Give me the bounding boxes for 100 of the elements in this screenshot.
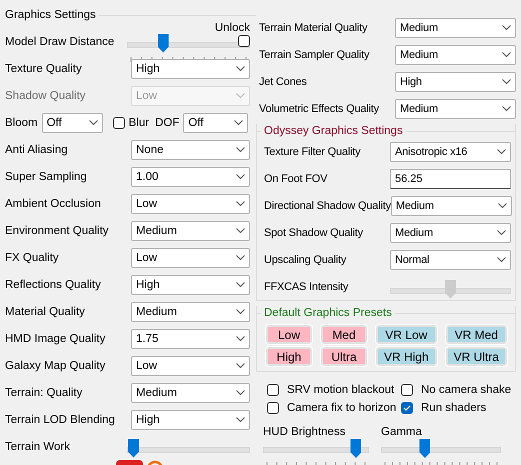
group-title: Odyssey Graphics Settings <box>263 125 404 137</box>
setting-label: Model Draw Distance <box>5 36 116 48</box>
input-field[interactable]: 56.25 <box>390 168 511 188</box>
setting-label: Upscaling Quality <box>264 254 348 266</box>
chevron-icon <box>502 106 511 112</box>
dropdown[interactable]: Off <box>42 112 103 132</box>
dropdown[interactable]: Medium <box>395 18 516 38</box>
slider-thumb[interactable] <box>419 439 430 458</box>
chevron-icon <box>236 200 245 206</box>
chevron-icon <box>502 52 511 58</box>
dropdown[interactable]: Medium <box>395 98 516 118</box>
chevron-icon <box>234 120 244 126</box>
setting-label: Shadow Quality <box>5 90 87 102</box>
checkbox[interactable] <box>401 384 413 396</box>
preset-button[interactable]: Ultra <box>320 347 367 366</box>
slider-label: Gamma <box>381 426 423 438</box>
dropdown[interactable]: Low <box>131 356 250 376</box>
preset-button[interactable]: VR Med <box>446 325 507 344</box>
dropdown[interactable]: High <box>131 274 250 294</box>
preset-button[interactable]: Med <box>320 325 367 344</box>
setting-label: Super Sampling <box>5 170 88 182</box>
setting-label: Terrain Material Quality <box>259 22 368 34</box>
dropdown[interactable]: High <box>131 58 250 78</box>
preset-button[interactable]: Low <box>266 325 312 344</box>
setting-label: Directional Shadow Quality <box>264 200 391 212</box>
checkbox-label: No camera shake <box>421 384 512 396</box>
dropdown[interactable]: Medium <box>131 382 250 402</box>
checkbox[interactable] <box>112 116 125 128</box>
dropdown[interactable]: Medium <box>131 302 250 322</box>
chevron-icon <box>236 362 245 368</box>
unlock-label: Unlock <box>214 22 250 34</box>
chevron-icon <box>88 120 98 126</box>
setting-label: FFXCAS Intensity <box>264 280 350 292</box>
setting-label: Reflections Quality <box>5 278 102 290</box>
checkbox[interactable] <box>401 402 413 414</box>
setting-label: Material Quality <box>5 306 86 318</box>
group-title: Default Graphics Presets <box>263 307 393 319</box>
setting-label: Galaxy Map Quality <box>5 360 106 372</box>
preset-button[interactable]: High <box>266 347 312 366</box>
setting-label: On Foot FOV <box>264 172 328 184</box>
chevron-icon <box>497 230 506 236</box>
slider-thumb[interactable] <box>128 438 139 458</box>
setting-label: Bloom <box>5 116 38 128</box>
setting-label: Texture Filter Quality <box>264 146 362 158</box>
slider-thumb[interactable] <box>158 34 169 52</box>
dropdown[interactable]: Medium <box>390 222 511 242</box>
setting-label: Terrain Sampler Quality <box>259 48 370 60</box>
checkmark-icon <box>403 405 411 411</box>
checkbox[interactable] <box>267 402 279 414</box>
dropdown[interactable]: Medium <box>395 44 516 64</box>
dropdown[interactable]: Low <box>131 194 250 214</box>
dropdown[interactable]: High <box>395 72 516 92</box>
dropdown[interactable]: High <box>131 410 250 430</box>
setting-label: Terrain LOD Blending <box>5 414 116 426</box>
dropdown[interactable]: 1.75 <box>131 328 250 348</box>
setting-label: DOF <box>155 116 180 128</box>
dropdown[interactable]: Medium <box>390 196 512 216</box>
preset-button[interactable]: VR Ultra <box>446 347 507 366</box>
checkbox-label: Camera fix to horizon <box>287 402 396 414</box>
checkbox[interactable] <box>267 384 279 396</box>
checkbox-label: Blur <box>128 116 150 128</box>
dropdown[interactable]: Anisotropic x16 <box>390 142 511 162</box>
setting-label: Terrain Work <box>5 440 71 452</box>
chevron-icon <box>236 228 245 234</box>
checkbox[interactable] <box>238 35 250 47</box>
chevron-icon <box>498 202 507 208</box>
chevron-icon <box>236 146 245 152</box>
dropdown[interactable]: Medium <box>131 220 250 240</box>
stop-icon <box>116 460 143 465</box>
group-title: Graphics Settings <box>5 9 97 21</box>
slider-label: HUD Brightness <box>263 426 346 438</box>
chevron-icon <box>236 254 245 260</box>
preset-button[interactable]: VR High <box>376 347 437 366</box>
chevron-icon <box>497 256 506 262</box>
chevron-icon <box>236 282 245 288</box>
chevron-icon <box>236 66 245 72</box>
chevron-icon <box>236 416 245 422</box>
dropdown[interactable]: Off <box>183 112 248 132</box>
dropdown[interactable]: None <box>131 140 250 160</box>
chevron-icon <box>497 148 506 154</box>
setting-label: Volumetric Effects Quality <box>259 102 380 114</box>
setting-label: Environment Quality <box>5 224 110 236</box>
slider-thumb[interactable] <box>350 439 362 458</box>
dropdown[interactable]: 1.00 <box>131 166 250 186</box>
dropdown[interactable]: Normal <box>390 250 511 270</box>
chevron-icon <box>502 78 511 84</box>
chevron-icon <box>236 390 245 396</box>
setting-label: Anti Aliasing <box>5 144 69 156</box>
chevron-icon <box>236 92 245 98</box>
setting-label: HMD Image Quality <box>5 332 106 344</box>
setting-label: Texture Quality <box>5 62 83 74</box>
setting-label: Jet Cones <box>259 76 308 88</box>
setting-label: Ambient Occlusion <box>5 198 102 210</box>
chevron-icon <box>236 174 245 180</box>
dropdown[interactable]: Low <box>131 248 250 268</box>
chevron-icon <box>236 336 245 342</box>
setting-label: FX Quality <box>5 252 60 264</box>
checkbox-label: SRV motion blackout <box>287 384 394 396</box>
chevron-icon <box>236 308 245 314</box>
preset-button[interactable]: VR Low <box>376 325 437 344</box>
